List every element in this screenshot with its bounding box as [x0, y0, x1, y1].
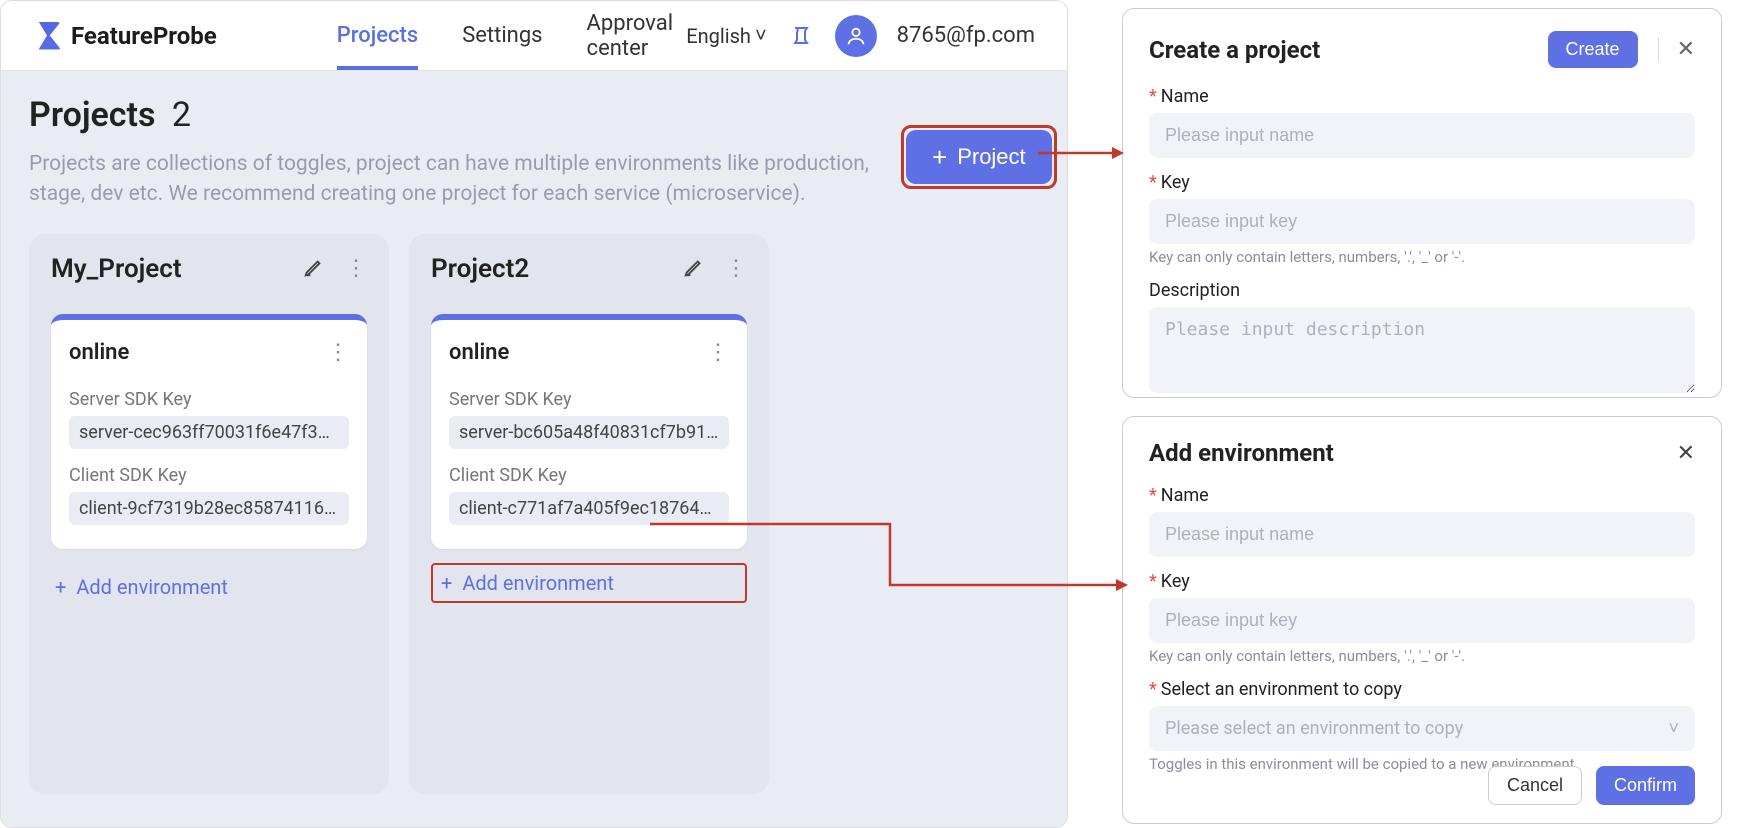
- page-title-text: Projects: [29, 95, 155, 135]
- add-environment-title: Add environment: [1149, 439, 1334, 467]
- environment-more-icon[interactable]: ⋮: [707, 340, 729, 365]
- add-environment-panel: Add environment ✕ *Name *Key Key can onl…: [1122, 416, 1722, 824]
- name-label: Name: [1161, 485, 1209, 506]
- project-card: Project2 ⋮ online ⋮ Server SDK Key serve…: [409, 234, 769, 794]
- plus-icon: +: [55, 575, 66, 599]
- nav-projects[interactable]: Projects: [337, 1, 418, 70]
- project-more-icon[interactable]: ⋮: [725, 256, 747, 281]
- app-window: FeatureProbe Projects Settings Approval …: [0, 0, 1068, 828]
- add-environment-button[interactable]: + Add environment: [51, 569, 367, 605]
- environment-more-icon[interactable]: ⋮: [327, 340, 349, 365]
- server-sdk-key[interactable]: server-cec963ff70031f6e47f37c27a26…: [69, 416, 349, 449]
- project-more-icon[interactable]: ⋮: [345, 256, 367, 281]
- add-project-highlight: + Project: [901, 125, 1057, 189]
- plus-icon: +: [932, 144, 947, 170]
- chevron-down-icon: ˅: [1668, 718, 1679, 739]
- language-label: English: [686, 24, 751, 48]
- edit-project-icon[interactable]: [683, 256, 705, 282]
- avatar[interactable]: [835, 15, 877, 57]
- project-description-input[interactable]: [1149, 307, 1695, 393]
- env-name-input[interactable]: [1149, 512, 1695, 557]
- name-label: Name: [1161, 86, 1209, 107]
- create-project-title: Create a project: [1149, 36, 1320, 64]
- project-cards: My_Project ⋮ online ⋮ Server SDK Key ser…: [29, 234, 1039, 794]
- key-hint: Key can only contain letters, numbers, '…: [1149, 647, 1695, 665]
- topbar-right: English ˅ 8765@fp.com: [686, 15, 1035, 57]
- key-hint: Key can only contain letters, numbers, '…: [1149, 248, 1695, 266]
- environment-name: online: [69, 340, 129, 365]
- confirm-button[interactable]: Confirm: [1596, 766, 1695, 805]
- page-description: Projects are collections of toggles, pro…: [29, 149, 879, 210]
- copy-env-placeholder: Please select an environment to copy: [1165, 718, 1463, 739]
- add-environment-label: Add environment: [462, 571, 614, 595]
- project-name-input[interactable]: [1149, 113, 1695, 158]
- required-indicator: *: [1149, 172, 1157, 193]
- content-area: Projects 2 Projects are collections of t…: [1, 71, 1067, 827]
- close-icon[interactable]: ✕: [1677, 441, 1695, 466]
- environment-card: online ⋮ Server SDK Key server-cec963ff7…: [51, 314, 367, 549]
- description-label: Description: [1149, 280, 1240, 301]
- server-sdk-key[interactable]: server-bc605a48f40831cf7b9156b004…: [449, 416, 729, 449]
- page-title: Projects 2: [29, 95, 879, 135]
- logo-icon: [33, 22, 61, 50]
- client-sdk-key[interactable]: client-c771af7a405f9ec1876492cfad5…: [449, 492, 729, 525]
- project-card: My_Project ⋮ online ⋮ Server SDK Key ser…: [29, 234, 389, 794]
- nav-approval-center[interactable]: Approval center: [587, 0, 687, 83]
- required-indicator: *: [1149, 485, 1157, 506]
- edit-project-icon[interactable]: [303, 256, 325, 282]
- copy-env-select[interactable]: Please select an environment to copy ˅: [1149, 706, 1695, 751]
- project-count: 2: [172, 95, 191, 135]
- logo[interactable]: FeatureProbe: [33, 22, 217, 50]
- add-environment-button[interactable]: + Add environment: [439, 567, 616, 599]
- add-project-button[interactable]: + Project: [906, 130, 1052, 184]
- close-icon[interactable]: ✕: [1658, 37, 1695, 62]
- language-selector[interactable]: English ˅: [686, 23, 766, 48]
- required-indicator: *: [1149, 86, 1157, 107]
- client-sdk-label: Client SDK Key: [69, 465, 349, 486]
- plus-icon: +: [441, 571, 452, 595]
- topbar: FeatureProbe Projects Settings Approval …: [1, 1, 1067, 71]
- notifications-icon[interactable]: [787, 22, 815, 50]
- environment-card: online ⋮ Server SDK Key server-bc605a48f…: [431, 314, 747, 549]
- key-label: Key: [1161, 571, 1190, 592]
- user-email[interactable]: 8765@fp.com: [897, 23, 1035, 48]
- client-sdk-key[interactable]: client-9cf7319b28ec858741160cee4d…: [69, 492, 349, 525]
- add-environment-highlight: + Add environment: [431, 563, 747, 603]
- main-nav: Projects Settings Approval center: [337, 0, 686, 83]
- server-sdk-label: Server SDK Key: [449, 389, 729, 410]
- project-key-input[interactable]: [1149, 199, 1695, 244]
- chevron-down-icon: ˅: [755, 23, 767, 48]
- environment-name: online: [449, 340, 509, 365]
- key-label: Key: [1161, 172, 1190, 193]
- copy-env-label: Select an environment to copy: [1161, 679, 1402, 700]
- env-key-input[interactable]: [1149, 598, 1695, 643]
- required-indicator: *: [1149, 571, 1157, 592]
- create-project-panel: Create a project Create ✕ *Name *Key Key…: [1122, 8, 1722, 398]
- project-name: Project2: [431, 254, 529, 284]
- server-sdk-label: Server SDK Key: [69, 389, 349, 410]
- add-environment-label: Add environment: [76, 575, 228, 599]
- project-name: My_Project: [51, 254, 182, 284]
- logo-text: FeatureProbe: [71, 22, 217, 50]
- create-button[interactable]: Create: [1548, 31, 1638, 68]
- cancel-button[interactable]: Cancel: [1488, 766, 1582, 805]
- required-indicator: *: [1149, 679, 1157, 700]
- add-project-label: Project: [957, 144, 1025, 170]
- client-sdk-label: Client SDK Key: [449, 465, 729, 486]
- nav-settings[interactable]: Settings: [462, 1, 542, 70]
